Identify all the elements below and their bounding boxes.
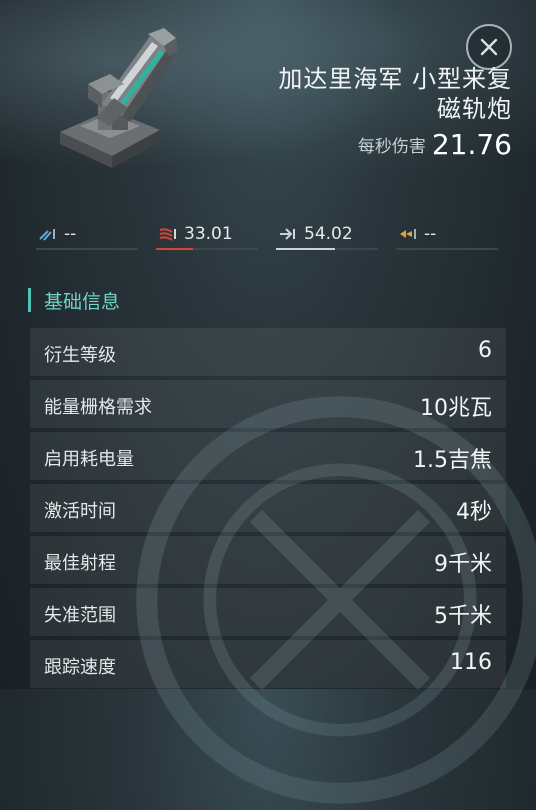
em-damage-bar [36,248,138,250]
thermal-damage-icon [159,228,176,241]
section-title: 基础信息 [44,291,121,313]
attribute-list: 衍生等级 6 能量栅格需求 10兆瓦 启用耗电量 1.5吉焦 激活时间 4秒 最… [30,328,506,692]
explosive-damage-icon [400,229,416,239]
attribute-row-activation-cost: 启用耗电量 1.5吉焦 [30,432,506,480]
dps-readout: 每秒伤害 21.76 [358,128,512,161]
thermal-damage-bar [156,248,258,250]
em-damage-icon [39,229,55,241]
thermal-damage-value: 33.01 [184,224,233,244]
close-icon [480,38,498,56]
attribute-label: 最佳射程 [44,553,116,574]
kinetic-damage-bar [276,248,378,250]
attribute-label: 激活时间 [44,501,116,522]
damage-kinetic: 54.02 [276,222,378,252]
attribute-row-optimal-range: 最佳射程 9千米 [30,536,506,584]
damage-explosive: -- [396,222,498,252]
attribute-row-falloff: 失准范围 5千米 [30,588,506,636]
attribute-row-powergrid: 能量栅格需求 10兆瓦 [30,380,506,428]
explosive-damage-value: -- [424,224,437,244]
attribute-row-tracking-speed: 跟踪速度 116 [30,640,506,688]
attribute-value: 4秒 [456,500,492,525]
item-title: 加达里海军 小型来复 磁轨炮 [278,64,512,124]
attribute-value: 9千米 [434,552,492,577]
attribute-label: 能量栅格需求 [44,397,152,418]
attribute-value: 116 [450,650,492,675]
railgun-turret-image [60,28,178,168]
attribute-value: 1.5吉焦 [413,448,492,473]
attribute-label: 跟踪速度 [44,657,116,678]
item-header: 加达里海军 小型来复 磁轨炮 每秒伤害 21.76 [0,0,536,200]
attribute-label: 启用耗电量 [44,449,134,470]
em-damage-value: -- [64,224,77,244]
kinetic-damage-icon [280,228,295,240]
damage-em: -- [36,222,138,252]
attribute-value: 6 [478,338,492,363]
item-name-line1: 加达里海军 小型来复 [278,65,512,93]
kinetic-damage-value: 54.02 [304,224,353,244]
attribute-value: 5千米 [434,604,492,629]
attribute-row-activation-time: 激活时间 4秒 [30,484,506,532]
dps-value: 21.76 [431,128,512,161]
damage-profile: -- 33.01 54.02 -- [36,222,498,252]
attribute-row-tech-level: 衍生等级 6 [30,328,506,376]
explosive-damage-bar [396,248,498,250]
attribute-value: 10兆瓦 [420,396,492,421]
item-name-line2: 磁轨炮 [437,95,512,123]
section-accent-bar [28,288,31,312]
attribute-label: 衍生等级 [44,345,116,366]
damage-thermal: 33.01 [156,222,258,252]
attribute-label: 失准范围 [44,605,116,626]
dps-label: 每秒伤害 [357,137,426,157]
